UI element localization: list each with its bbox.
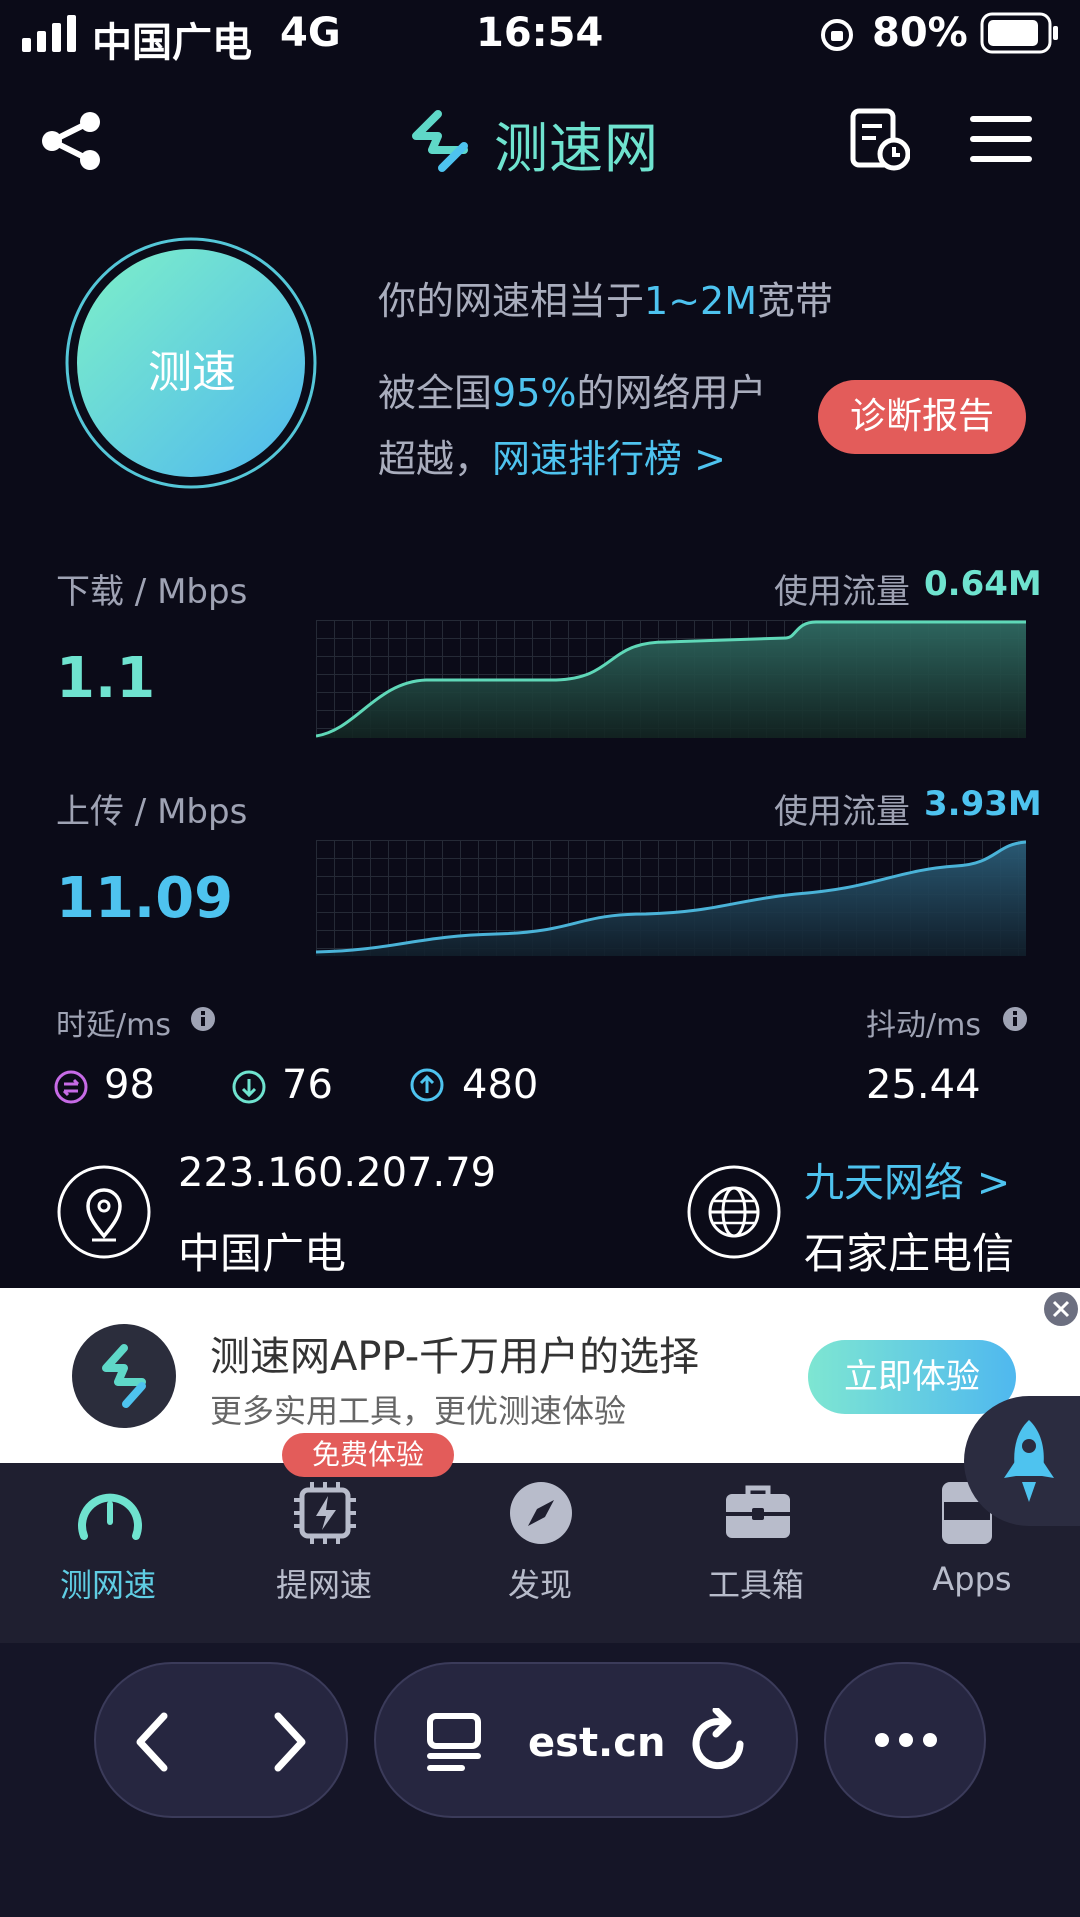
bandwidth-equivalent: 1~2M xyxy=(644,279,757,323)
network-type: 4G xyxy=(280,10,341,56)
result-line-2: 被全国95%的网络用户 xyxy=(378,371,767,415)
compass-icon xyxy=(510,1482,572,1544)
download-speed-chart xyxy=(316,620,1026,738)
upload-speed-value: 11.09 xyxy=(56,866,234,931)
result-line-3: 超越，网速排行榜 > xyxy=(378,437,726,481)
reload-icon[interactable] xyxy=(690,1708,750,1772)
ip-address: 223.160.207.79 xyxy=(178,1150,497,1196)
history-report-icon[interactable] xyxy=(850,108,910,172)
server-select-link[interactable]: 九天网络 > xyxy=(804,1150,1010,1208)
idle-latency-value: 98 xyxy=(104,1062,155,1108)
orientation-lock-icon xyxy=(821,19,853,51)
jitter-label: 抖动/ms xyxy=(866,1008,981,1043)
rocket-icon xyxy=(1004,1420,1054,1502)
download-label: 下载 / Mbps xyxy=(56,572,248,612)
ad-close-icon[interactable] xyxy=(1042,1290,1080,1328)
tab-discover[interactable]: 发现 xyxy=(450,1560,630,1606)
tab-speed-test[interactable]: 测网速 xyxy=(18,1560,198,1606)
download-latency-icon xyxy=(232,1070,266,1104)
upload-latency-value: 480 xyxy=(462,1062,539,1108)
signal-icon xyxy=(22,15,76,52)
download-latency-value: 76 xyxy=(282,1062,333,1108)
diagnosis-report-button[interactable]: 诊断报告 xyxy=(818,380,1026,454)
app-title: 测速网 xyxy=(494,117,659,180)
result-line-1: 你的网速相当于1~2M宽带 xyxy=(378,279,834,323)
ad-title: 测速网APP-千万用户的选择 xyxy=(210,1334,700,1380)
download-traffic-value: 0.64M xyxy=(924,564,1042,604)
tab-toolbox[interactable]: 工具箱 xyxy=(666,1560,846,1606)
jitter-value: 25.44 xyxy=(866,1062,981,1108)
globe-icon xyxy=(687,1165,781,1259)
download-speed-value: 1.1 xyxy=(56,646,156,711)
battery-icon xyxy=(980,12,1058,54)
share-icon[interactable] xyxy=(40,110,106,172)
tab-boost-speed[interactable]: 提网速 xyxy=(234,1560,414,1606)
free-trial-badge: 免费体验 xyxy=(282,1433,454,1477)
toolbox-icon xyxy=(726,1485,790,1538)
reader-mode-icon[interactable] xyxy=(426,1712,482,1772)
upload-traffic-value: 3.93M xyxy=(924,784,1042,824)
upload-traffic-label: 使用流量 xyxy=(774,792,910,832)
download-traffic-label: 使用流量 xyxy=(774,572,910,612)
more-dots-icon xyxy=(875,1733,937,1747)
upload-speed-chart xyxy=(316,840,1026,956)
back-icon[interactable] xyxy=(132,1712,174,1772)
url-text[interactable]: est.cn xyxy=(528,1720,665,1766)
clock: 16:54 xyxy=(476,10,604,56)
upload-label: 上传 / Mbps xyxy=(56,792,248,832)
ad-app-logo-icon xyxy=(72,1324,176,1428)
isp-name: 中国广电 xyxy=(178,1229,347,1278)
location-icon xyxy=(57,1165,151,1259)
jitter-info-icon[interactable] xyxy=(1002,1006,1028,1032)
menu-icon[interactable] xyxy=(970,114,1032,164)
idle-latency-icon xyxy=(54,1070,88,1104)
speedometer-icon xyxy=(78,1493,142,1540)
upload-latency-icon xyxy=(410,1068,444,1102)
percentile-value: 95% xyxy=(492,371,577,415)
speed-test-label[interactable]: 测速 xyxy=(148,336,236,400)
carrier-name: 中国广电 xyxy=(92,20,252,66)
ad-subtitle: 更多实用工具，更优测速体验 xyxy=(210,1392,627,1430)
status-bar: 中国广电 4G 16:54 80% xyxy=(0,0,1080,70)
speed-ranking-link[interactable]: 网速排行榜 > xyxy=(492,437,726,481)
forward-icon[interactable] xyxy=(268,1712,310,1772)
chip-boost-icon xyxy=(294,1482,356,1544)
tab-apps[interactable]: Apps xyxy=(882,1560,1062,1598)
battery-percent: 80% xyxy=(872,10,968,56)
ad-try-now-button[interactable]: 立即体验 xyxy=(808,1340,1016,1414)
latency-info-icon[interactable] xyxy=(190,1006,216,1032)
logo-icon xyxy=(412,110,468,172)
latency-label: 时延/ms xyxy=(56,1008,171,1043)
server-name: 石家庄电信 xyxy=(804,1229,1015,1278)
